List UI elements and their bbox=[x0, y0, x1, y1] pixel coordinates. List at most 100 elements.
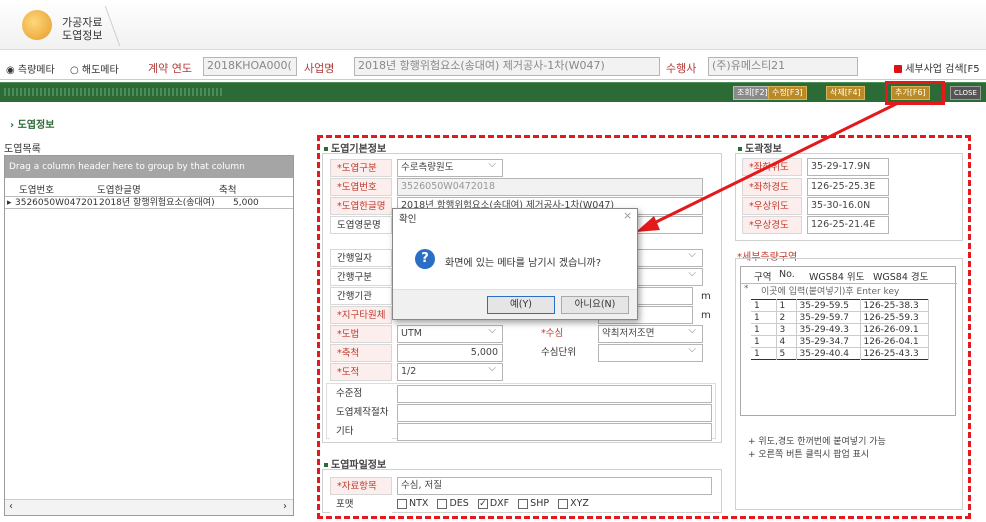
table-row[interactable]: 1 4 35-29-34.7 126-26-04.1 bbox=[751, 335, 929, 348]
dialog-body: ? 화면에 있는 메타를 남기시 겠습니까? bbox=[393, 225, 637, 287]
format-des-label: DES bbox=[449, 498, 469, 509]
radio-chart-label: 해도메타 bbox=[81, 65, 119, 76]
procedure-input[interactable] bbox=[397, 404, 712, 422]
etc-input[interactable] bbox=[397, 423, 712, 441]
ne-lon-label: *우상경도 bbox=[742, 216, 802, 234]
radio-survey-meta[interactable]: ◉ 측량메타 bbox=[6, 61, 55, 76]
checkbox-icon bbox=[397, 498, 407, 509]
col-header-number[interactable]: 도엽번호 bbox=[19, 182, 54, 196]
table-row[interactable]: 1 5 35-29-40.4 126-25-43.3 bbox=[751, 347, 929, 360]
yes-button[interactable]: 예(Y) bbox=[487, 296, 555, 314]
checkbox-icon bbox=[518, 498, 529, 509]
question-icon: ? bbox=[415, 249, 435, 269]
new-row-hint: 이곳에 입력(붙여넣기)후 Enter key bbox=[761, 287, 900, 297]
new-row-input[interactable]: * 이곳에 입력(붙여넣기)후 Enter key bbox=[741, 283, 957, 297]
format-shp-checkbox[interactable]: SHP bbox=[518, 498, 549, 509]
edit-button[interactable]: 수정[F3] bbox=[768, 86, 807, 100]
format-des-checkbox[interactable]: DES bbox=[437, 498, 469, 509]
group-by-hint: Drag a column header here to group by th… bbox=[5, 156, 293, 178]
contractor-label: 수행사 bbox=[666, 62, 697, 75]
contract-year-input[interactable]: 2018KHOA000( bbox=[203, 57, 297, 76]
depth-unit-label: 수심단위 bbox=[541, 347, 576, 358]
survey-note-1: + 위도,경도 한꺼번에 붙여넣기 가능 bbox=[748, 437, 886, 447]
col-lat[interactable]: WGS84 위도 bbox=[809, 269, 864, 283]
breadcrumb-label: 도엽정보 bbox=[17, 120, 55, 131]
col-lon[interactable]: WGS84 경도 bbox=[873, 269, 928, 283]
sheet-select[interactable]: 1/2 bbox=[397, 363, 503, 381]
col-no[interactable]: No. bbox=[779, 269, 795, 280]
project-input[interactable]: 2018년 항행위험요소(송대여) 제거공사-1차(W047) bbox=[354, 57, 660, 76]
contractor-input[interactable]: (주)유메스티21 bbox=[708, 57, 858, 76]
scroll-right-icon[interactable]: › bbox=[283, 501, 287, 512]
close-icon[interactable]: × bbox=[623, 209, 632, 222]
radio-chart-meta[interactable]: ○ 해도메타 bbox=[70, 61, 119, 76]
checkbox-icon bbox=[437, 498, 448, 509]
ne-lat-label: *우상위도 bbox=[742, 197, 802, 215]
format-xyz-checkbox[interactable]: XYZ bbox=[558, 498, 589, 509]
search-icon bbox=[894, 65, 902, 73]
close-button[interactable]: CLOSE bbox=[950, 86, 981, 100]
ellipsoid-label: *지구타원체 bbox=[330, 306, 392, 324]
ne-lon-input[interactable]: 126-25-21.4E bbox=[807, 216, 889, 234]
sw-lon-label: *좌하경도 bbox=[742, 178, 802, 196]
horizontal-scrollbar[interactable]: ‹ › bbox=[5, 499, 293, 515]
breadcrumb: › 도엽정보 bbox=[10, 116, 54, 131]
search-toolbar-button[interactable]: 조회[F2] bbox=[733, 86, 772, 100]
contract-year-label: 계약 연도 bbox=[148, 62, 192, 75]
dialog-titlebar: 확인 × bbox=[393, 209, 637, 225]
new-row-icon: * bbox=[744, 284, 749, 294]
agency-label: 간행기관 bbox=[330, 287, 392, 305]
checkbox-checked-icon: ✓ bbox=[477, 498, 488, 509]
toolbar-dots bbox=[4, 88, 224, 96]
grid-header: 도엽번호 도엽한글명 축척 bbox=[5, 182, 293, 196]
format-xyz-label: XYZ bbox=[570, 498, 589, 509]
format-ntx-label: NTX bbox=[409, 498, 429, 509]
survey-table: 1 1 35-29-59.5 126-25-38.3 1 2 35-29-59.7 126-… bbox=[751, 299, 929, 360]
sw-lat-label: *좌하위도 bbox=[742, 158, 802, 176]
unit-m-1: m bbox=[701, 291, 711, 302]
col-area[interactable]: 구역 bbox=[754, 269, 771, 283]
sw-lat-input[interactable]: 35-29-17.9N bbox=[807, 158, 889, 176]
scale-input[interactable]: 5,000 bbox=[397, 344, 503, 362]
ne-lat-input[interactable]: 35-30-16.0N bbox=[807, 197, 889, 215]
survey-grid: 구역 No. WGS84 위도 WGS84 경도 * 이곳에 입력(붙여넣기)후… bbox=[740, 266, 957, 416]
depth-datum-select[interactable]: 약최저저조면 bbox=[598, 325, 703, 343]
unit-m-2: m bbox=[701, 310, 711, 321]
format-ntx-checkbox[interactable]: NTX bbox=[397, 498, 428, 509]
projection-select[interactable]: UTM bbox=[397, 325, 503, 343]
table-row[interactable]: 1 3 35-29-49.3 126-26-09.1 bbox=[751, 323, 929, 336]
detail-search-button[interactable]: 세부사업 검색[F5 bbox=[894, 60, 980, 75]
items-input[interactable]: 수심, 저질 bbox=[397, 477, 712, 495]
depth-unit-select[interactable] bbox=[598, 344, 703, 362]
confirm-dialog: 확인 × ? 화면에 있는 메타를 남기시 겠습니까? 예(Y) 아니요(N) bbox=[392, 208, 638, 320]
dialog-footer: 예(Y) 아니요(N) bbox=[393, 289, 637, 319]
items-label: *자료항목 bbox=[330, 477, 392, 495]
pubtype-label: 간행구분 bbox=[330, 268, 392, 286]
number-label: *도엽번호 bbox=[330, 178, 392, 196]
radio-survey-label: 측량메타 bbox=[17, 65, 55, 76]
type-select[interactable]: 수로측량원도 bbox=[397, 159, 503, 177]
scroll-left-icon[interactable]: ‹ bbox=[9, 501, 13, 512]
table-row[interactable]: 1 2 35-29-59.7 126-25-59.3 bbox=[751, 311, 929, 324]
sw-lon-input[interactable]: 126-25-25.3E bbox=[807, 178, 889, 196]
number-input[interactable]: 3526050W0472018 bbox=[397, 178, 703, 196]
delete-button[interactable]: 삭제[F4] bbox=[826, 86, 865, 100]
format-shp-label: SHP bbox=[530, 498, 550, 509]
level-label: 수준점 bbox=[330, 385, 392, 403]
level-input[interactable] bbox=[397, 385, 712, 403]
app-logo-icon bbox=[22, 10, 52, 40]
english-name-label: 도엽영문명 bbox=[330, 216, 392, 234]
table-row[interactable]: 1 1 35-29-59.5 126-25-38.3 bbox=[751, 299, 929, 312]
app-title-line2: 도엽정보 bbox=[62, 29, 103, 42]
format-dxf-checkbox[interactable]: ✓ DXF bbox=[477, 498, 509, 509]
col-header-scale[interactable]: 축척 bbox=[219, 182, 236, 196]
depth-datum-label: *수심 bbox=[541, 328, 564, 339]
dialog-title: 확인 bbox=[399, 214, 417, 225]
no-button[interactable]: 아니요(N) bbox=[561, 296, 629, 314]
table-row[interactable]: ▸ 3526050W047201 2018년 항행위험요소(송대여) 5,000 bbox=[5, 196, 293, 209]
col-header-name[interactable]: 도엽한글명 bbox=[97, 182, 141, 196]
dialog-message: 화면에 있는 메타를 남기시 겠습니까? bbox=[445, 258, 602, 269]
format-checkboxes: NTX DES ✓ DXF SHP XYZ bbox=[397, 498, 589, 509]
survey-note-2: + 오른쪽 버튼 클릭시 팝업 표시 bbox=[748, 450, 870, 460]
search-bar: ◉ 측량메타 ○ 해도메타 계약 연도 2018KHOA000( 사업명 201… bbox=[0, 54, 986, 80]
